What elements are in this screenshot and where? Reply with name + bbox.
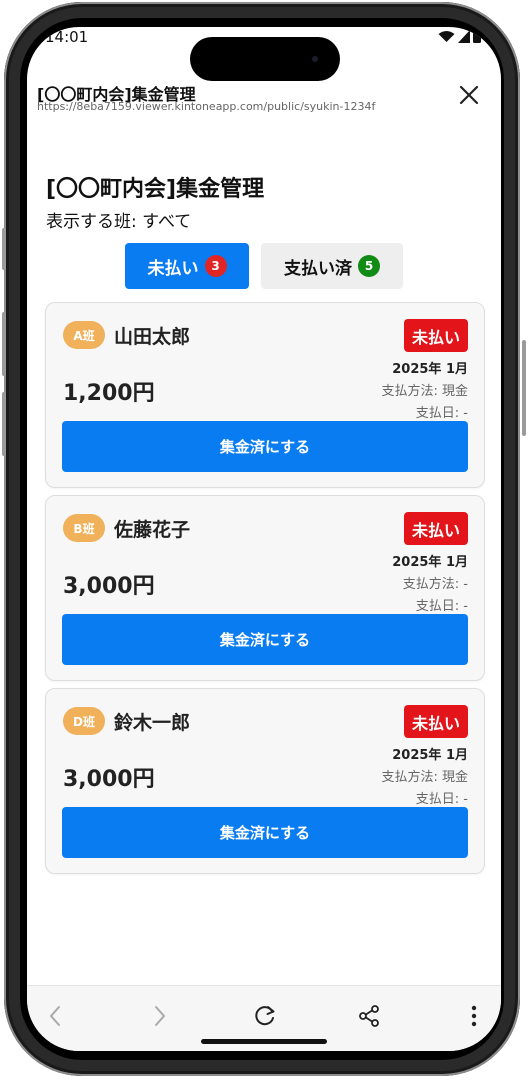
- record-card: D班 鈴木一郎 未払い 3,000円 2025年 1月 支払方法: 現金 支払日…: [45, 688, 485, 874]
- share-icon: [359, 1005, 379, 1027]
- payment-method: 支払方法: 現金: [381, 770, 468, 785]
- billing-month: 2025年 1月: [392, 555, 468, 570]
- power-button: [522, 340, 526, 436]
- tab-unpaid[interactable]: 未払い 3: [125, 243, 249, 289]
- camera-icon: [312, 56, 318, 62]
- battery-icon: [473, 30, 481, 43]
- mark-collected-button[interactable]: 集金済にする: [62, 614, 468, 665]
- tab-unpaid-label: 未払い: [147, 258, 199, 279]
- amount: 1,200円: [63, 381, 155, 406]
- group-badge: B班: [63, 514, 105, 542]
- more-button[interactable]: [460, 1002, 488, 1030]
- paid-count-badge: 5: [358, 255, 380, 277]
- reload-icon: [255, 1006, 275, 1026]
- record-card: B班 佐藤花子 未払い 3,000円 2025年 1月 支払方法: - 支払日:…: [45, 495, 485, 681]
- wifi-icon: [438, 30, 455, 42]
- status-badge: 未払い: [404, 512, 468, 545]
- status-time: 14:01: [45, 28, 89, 46]
- resident-name: 山田太郎: [114, 326, 191, 348]
- mark-collected-button[interactable]: 集金済にする: [62, 421, 468, 472]
- record-card: A班 山田太郎 未払い 1,200円 2025年 1月 支払方法: 現金 支払日…: [45, 302, 485, 488]
- dynamic-island: [190, 37, 340, 81]
- back-button[interactable]: [41, 1002, 69, 1030]
- forward-button[interactable]: [146, 1002, 174, 1030]
- tab-paid-label: 支払い済: [284, 258, 352, 279]
- screen: 14:01 [〇〇町内会]集金管理 https://8eba7159.viewe…: [27, 27, 501, 1051]
- reload-button[interactable]: [251, 1002, 279, 1030]
- group-filter-label: 表示する班: すべて: [46, 212, 192, 232]
- status-badge: 未払い: [404, 705, 468, 738]
- group-badge: D班: [63, 707, 105, 735]
- payment-method: 支払方法: 現金: [381, 384, 468, 399]
- home-indicator[interactable]: [201, 1039, 327, 1044]
- volume-up-button: [2, 312, 6, 376]
- page-title: [〇〇町内会]集金管理: [46, 177, 265, 202]
- billing-month: 2025年 1月: [392, 362, 468, 377]
- status-icons: [438, 29, 481, 43]
- back-icon: [50, 1006, 60, 1026]
- tab-paid[interactable]: 支払い済 5: [261, 243, 403, 289]
- forward-icon: [155, 1006, 165, 1026]
- billing-month: 2025年 1月: [392, 748, 468, 763]
- resident-name: 鈴木一郎: [114, 712, 191, 734]
- browser-toolbar: [27, 985, 501, 1051]
- payment-date: 支払日: -: [415, 599, 468, 614]
- action-button: [2, 228, 6, 270]
- volume-down-button: [2, 392, 6, 456]
- status-badge: 未払い: [404, 319, 468, 352]
- close-icon[interactable]: [457, 83, 481, 107]
- unpaid-count-badge: 3: [204, 255, 227, 277]
- payment-date: 支払日: -: [415, 406, 468, 421]
- header-url: https://8eba7159.viewer.kintoneapp.com/p…: [37, 100, 376, 113]
- mark-collected-button[interactable]: 集金済にする: [62, 807, 468, 858]
- signal-icon: [458, 29, 470, 43]
- share-button[interactable]: [355, 1002, 383, 1030]
- payment-date: 支払日: -: [415, 792, 468, 807]
- amount: 3,000円: [63, 767, 155, 792]
- amount: 3,000円: [63, 574, 155, 599]
- group-badge: A班: [63, 321, 105, 349]
- resident-name: 佐藤花子: [114, 519, 191, 541]
- browser-header: [〇〇町内会]集金管理 https://8eba7159.viewer.kint…: [27, 81, 501, 121]
- more-icon: [471, 1005, 477, 1027]
- payment-method: 支払方法: -: [402, 577, 468, 592]
